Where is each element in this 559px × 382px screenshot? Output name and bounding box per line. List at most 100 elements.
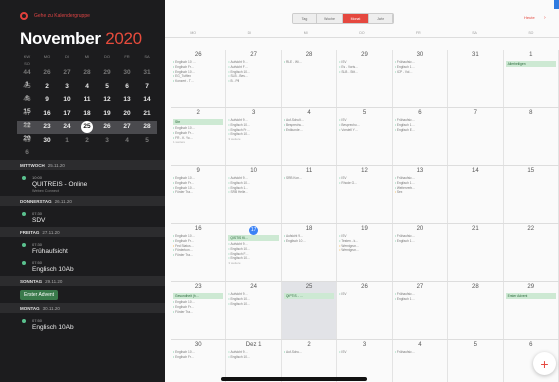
calendar-event[interactable]: Englisch Fr… bbox=[173, 355, 223, 360]
mini-day[interactable]: 7 bbox=[141, 80, 154, 92]
calendar-event[interactable]: Förder Tra… bbox=[173, 253, 223, 258]
mini-day[interactable]: 5 bbox=[141, 134, 154, 146]
calendar-event[interactable]: SRB Helle… bbox=[228, 190, 278, 195]
day-cell[interactable]: 20Frühaufsic…Englisch 1… bbox=[393, 224, 449, 281]
mini-day[interactable]: 30 bbox=[41, 134, 54, 146]
more-events-link[interactable]: 3 weitere bbox=[228, 137, 278, 141]
calendar-event[interactable]: Vorstell Y… bbox=[339, 128, 389, 133]
mini-day[interactable]: 10 bbox=[61, 94, 74, 106]
day-cell[interactable]: 4Auf-Schult…Besprechu…Erdkunde… bbox=[282, 108, 338, 165]
calendar-event[interactable]: ISV bbox=[339, 350, 389, 355]
mini-day[interactable]: 24 bbox=[61, 121, 74, 133]
allday-event-bar[interactable]: Allerheiligen bbox=[505, 61, 556, 67]
day-cell[interactable]: 7 bbox=[448, 108, 504, 165]
agenda-event[interactable]: 07:50 Englisch 10Ab bbox=[0, 318, 165, 331]
day-cell[interactable]: 5 bbox=[448, 340, 504, 382]
calendar-event[interactable]: SRB Kon… bbox=[284, 176, 334, 181]
calendar-group-link[interactable]: Gehe zu Kalendergruppe bbox=[20, 12, 90, 20]
day-cell[interactable]: 18Aufsicht 9…Englisch 10… bbox=[282, 224, 338, 281]
mini-day[interactable]: 12 bbox=[101, 94, 114, 106]
allday-event-bar[interactable]: QIPTIS - … bbox=[283, 293, 335, 299]
day-cell[interactable]: 27Aufsicht 9…Aufsicht F…Englisch 10…SLB … bbox=[226, 50, 282, 107]
mini-day[interactable]: 2 bbox=[41, 80, 54, 92]
day-cell[interactable]: 23Gesundheit (h…Englisch 10…Englisch Fr…… bbox=[171, 282, 227, 339]
calendar-event[interactable]: Wernigrun… bbox=[339, 248, 389, 253]
day-cell[interactable]: 6Frühaufsic…Englisch 1…Englisch E… bbox=[393, 108, 449, 165]
day-cell[interactable]: Dez 1Aufsicht 9…Englisch 10… bbox=[226, 340, 282, 382]
calendar-event[interactable]: Englisch 1… bbox=[395, 239, 445, 244]
allday-event-bar[interactable]: Gesundheit (h… bbox=[173, 293, 224, 299]
mini-day[interactable]: 21 bbox=[141, 107, 154, 119]
mini-day[interactable]: 3 bbox=[61, 80, 74, 92]
day-cell[interactable]: 17QISTIS Ki…Aufsicht 9…Englisch 10…Engli… bbox=[226, 224, 282, 281]
day-cell[interactable]: 28 RLE - Wi… bbox=[282, 50, 338, 107]
agenda-allday-event[interactable]: Erster Advent bbox=[20, 290, 59, 300]
mini-day[interactable]: 14 bbox=[141, 94, 154, 106]
mini-day[interactable]: 13 bbox=[121, 94, 134, 106]
agenda-event[interactable]: 07:30 SDV bbox=[0, 211, 165, 224]
calendar-event[interactable]: Englisch E… bbox=[395, 128, 445, 133]
day-cell[interactable]: 21 bbox=[448, 224, 504, 281]
calendar-event[interactable]: Englisch 10… bbox=[228, 302, 278, 307]
day-cell[interactable]: 26 ISV bbox=[337, 282, 393, 339]
calendar-event[interactable]: Englisch 10… bbox=[284, 239, 334, 244]
day-cell[interactable]: 13Frühaufsic…Englisch 1…Weiterverb…Sex bbox=[393, 166, 449, 223]
day-cell[interactable]: 10Aufsicht 9…Englisch 10…Englisch 1…SRB … bbox=[226, 166, 282, 223]
day-cell[interactable]: 22 bbox=[504, 224, 559, 281]
day-cell[interactable]: 11 SRB Kon… bbox=[282, 166, 338, 223]
calendar-event[interactable]: B - Pfl bbox=[228, 79, 278, 84]
day-cell[interactable]: 24Aufsicht 9…Englisch 10…Englisch 10… bbox=[226, 282, 282, 339]
segment-jahr[interactable]: Jahr bbox=[369, 14, 393, 23]
allday-event-bar[interactable]: Erster Advent bbox=[505, 293, 556, 299]
allday-event-bar[interactable]: Sbr bbox=[173, 119, 224, 125]
mini-day[interactable]: 25 bbox=[81, 120, 93, 133]
day-cell[interactable]: 19ISVTesten - k…Wernigrun…Wernigrun… bbox=[337, 224, 393, 281]
segment-monat[interactable]: Monat bbox=[343, 14, 369, 23]
day-cell[interactable]: 1 Allerheiligen bbox=[504, 50, 559, 107]
mini-day[interactable]: 31 bbox=[141, 67, 154, 79]
day-cell[interactable]: 14 bbox=[448, 166, 504, 223]
calendar-event[interactable]: Englisch 10… bbox=[228, 355, 278, 360]
mini-day[interactable]: 23 bbox=[41, 121, 54, 133]
allday-event-bar[interactable]: QISTIS Ki… bbox=[228, 235, 279, 241]
mini-day[interactable]: 29 bbox=[101, 67, 114, 79]
day-cell[interactable]: 30Frühaufsic…Englisch 1…ICP - Vol… bbox=[393, 50, 449, 107]
calendar-event[interactable]: Frühaufsic… bbox=[395, 350, 445, 355]
mini-day[interactable]: 26 bbox=[41, 67, 54, 79]
day-cell[interactable]: 4 Frühaufsic… bbox=[393, 340, 449, 382]
mini-day[interactable]: 4 bbox=[81, 80, 94, 92]
mini-day[interactable]: 28 bbox=[141, 121, 154, 133]
mini-day[interactable]: 27 bbox=[61, 67, 74, 79]
calendar-event[interactable]: RLE - Wi… bbox=[284, 60, 334, 65]
mini-day[interactable]: 16 bbox=[41, 107, 54, 119]
day-cell[interactable]: 12ISVRhode G… bbox=[337, 166, 393, 223]
day-cell[interactable]: 16Englisch 10…Englisch Fr…Fed Status…För… bbox=[171, 224, 227, 281]
mini-day[interactable]: 2 bbox=[81, 134, 94, 146]
calendar-event[interactable]: Rhode G… bbox=[339, 181, 389, 186]
agenda-event[interactable]: 07:30 Frühaufsicht bbox=[0, 242, 165, 255]
day-cell[interactable]: 15 bbox=[504, 166, 559, 223]
agenda-event[interactable]: 07:50 Englisch 10Ab bbox=[0, 260, 165, 273]
calendar-event[interactable]: Erdkunde… bbox=[284, 128, 334, 133]
calendar-event[interactable]: Englisch 1… bbox=[395, 297, 445, 302]
mini-day[interactable]: 27 bbox=[121, 121, 134, 133]
mini-day[interactable]: 18 bbox=[81, 107, 94, 119]
agenda-event[interactable]: 10:00 QUITREIS - Online Webex Connect bbox=[0, 175, 165, 193]
add-event-button[interactable]: + bbox=[533, 352, 556, 375]
more-events-link[interactable]: 1 weitere bbox=[173, 140, 223, 144]
mini-day[interactable]: 20 bbox=[121, 107, 134, 119]
day-cell[interactable]: 2SbrEnglisch 10…Englisch Fr…FR - K. Yo…1… bbox=[171, 108, 227, 165]
day-cell[interactable]: 29ISVEs - Voris…SLB - Stit… bbox=[337, 50, 393, 107]
mini-day[interactable]: 17 bbox=[61, 107, 74, 119]
day-cell[interactable]: 29 Erster Advent bbox=[504, 282, 559, 339]
day-cell[interactable]: 3Aufsicht 9…Englisch 10…Englisch Fr…Engl… bbox=[226, 108, 282, 165]
day-cell[interactable]: 3 ISV bbox=[337, 340, 393, 382]
today-button[interactable]: Heute bbox=[524, 15, 535, 20]
day-cell[interactable]: 27Frühaufsic…Englisch 1… bbox=[393, 282, 449, 339]
segment-woche[interactable]: Woche bbox=[317, 14, 343, 23]
chevron-right-icon[interactable]: › bbox=[544, 15, 546, 21]
day-cell[interactable]: 8 bbox=[504, 108, 559, 165]
mini-day[interactable]: 6 bbox=[121, 80, 134, 92]
calendar-event[interactable]: Förder Tra… bbox=[173, 310, 223, 315]
mini-day[interactable]: 9 bbox=[41, 94, 54, 106]
